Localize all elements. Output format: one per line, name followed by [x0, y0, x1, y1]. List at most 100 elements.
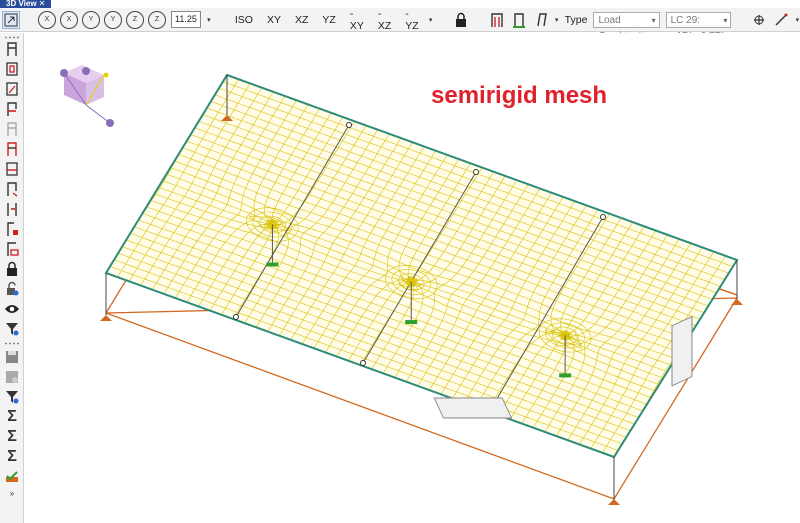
rotate-z-neg-button[interactable]: Z	[126, 10, 144, 29]
rotate-x-neg-button[interactable]: X	[38, 10, 56, 29]
frame-red-icon	[6, 82, 18, 96]
support-base	[405, 320, 418, 325]
frame-red-icon	[490, 12, 503, 27]
type-label: Type	[564, 13, 588, 26]
toolbar-grip	[4, 36, 20, 39]
frame-red-icon	[7, 242, 19, 256]
line-draw-dropdown-icon[interactable]: ▾	[794, 11, 800, 29]
view-xy-button[interactable]: XY	[260, 14, 288, 26]
support-block-right	[671, 315, 693, 387]
view-yz-button[interactable]: YZ	[315, 14, 342, 26]
visibility-button[interactable]	[3, 300, 21, 318]
left-toolbar: Σ Σ Σ »	[0, 33, 24, 523]
rotate-icon: Z	[148, 10, 166, 29]
frame-style-button[interactable]	[532, 11, 550, 29]
beam-end-node	[360, 360, 366, 366]
save-view-button[interactable]	[3, 368, 21, 386]
frame-red-icon	[7, 142, 17, 156]
view-xz-button[interactable]: XZ	[288, 14, 315, 26]
beam-end-node	[346, 122, 352, 128]
view-iso-button[interactable]: ISO	[228, 14, 260, 26]
view-neg-xz-button[interactable]: -XZ	[371, 8, 398, 32]
frame-red-icon	[7, 102, 17, 116]
filter-icon	[6, 323, 19, 336]
lock-view-button[interactable]	[452, 11, 470, 29]
angle-dropdown-icon[interactable]: ▾	[206, 11, 212, 29]
rotate-y-pos-button[interactable]: Y	[104, 10, 122, 29]
frame-support-button[interactable]	[510, 11, 528, 29]
frame-view-button-4[interactable]	[3, 100, 21, 118]
rotate-icon: Z	[126, 10, 144, 29]
chevron-down-icon: ▾	[723, 15, 728, 25]
frame-view-button-1[interactable]	[3, 40, 21, 58]
lock-icon	[7, 261, 17, 276]
3d-viewport[interactable]: semirigid mesh	[24, 33, 800, 523]
check-ruler-icon	[6, 471, 18, 482]
rotate-z-pos-button[interactable]: Z	[148, 10, 166, 29]
frame-view-button-11[interactable]	[3, 240, 21, 258]
frame-red-icon	[6, 162, 18, 176]
beam-end-node	[600, 214, 606, 220]
lock-icon	[455, 12, 466, 27]
frame-view-button-5[interactable]	[3, 120, 21, 138]
tab-3d-view[interactable]: 3D View ✕	[0, 0, 52, 8]
save-icon	[6, 351, 18, 363]
sigma-table-icon: Σ	[7, 448, 17, 465]
result-display-button[interactable]	[750, 11, 768, 29]
pin-support-triangle	[608, 499, 620, 505]
unlock-icon	[7, 281, 19, 296]
select-tool-button[interactable]	[2, 10, 20, 29]
frame-view-button-2[interactable]	[3, 60, 21, 78]
support-base	[266, 262, 279, 267]
filter-blue-button[interactable]	[3, 388, 21, 406]
load-type-select[interactable]: Load Combination▾	[593, 11, 660, 42]
filter-icon	[6, 391, 19, 404]
load-case-select[interactable]: LC 29: +1DL+0.7EL (a)▾	[665, 11, 732, 58]
tab-label: 3D View	[6, 0, 37, 8]
sum-results-button[interactable]: Σ	[3, 448, 21, 466]
frame-view-button-6[interactable]	[3, 140, 21, 158]
line-pen-icon	[775, 13, 788, 25]
view-neg-yz-button[interactable]: -YZ	[398, 8, 425, 32]
frame-view-button-10[interactable]	[3, 220, 21, 238]
frame-red-icon	[7, 222, 18, 236]
sigma-blue-icon: Σ	[7, 428, 17, 445]
mesh-surface	[106, 75, 737, 457]
sum-selection-button[interactable]: Σ	[3, 428, 21, 446]
rotation-angle-input[interactable]: 11.25	[171, 11, 201, 28]
annotation-title: semirigid mesh	[431, 82, 608, 109]
orientation-cube[interactable]	[60, 65, 114, 127]
toolbar-grip	[4, 342, 20, 345]
filter-button[interactable]	[3, 320, 21, 338]
views-dropdown-icon[interactable]: ▾	[428, 11, 434, 29]
pin-support-triangle	[731, 299, 743, 305]
view-neg-xy-button[interactable]: -XY	[343, 8, 371, 32]
unlock-button[interactable]	[3, 280, 21, 298]
chevron-down-icon: ▾	[651, 15, 656, 25]
sum-button[interactable]: Σ	[3, 408, 21, 426]
axis-x-handle	[82, 67, 90, 75]
line-draw-button[interactable]	[772, 11, 790, 29]
model-canvas[interactable]	[24, 33, 800, 523]
save-grid-icon	[6, 371, 18, 383]
frame-icon	[7, 42, 17, 56]
frame-view-button-3[interactable]	[3, 80, 21, 98]
result-arrow-icon	[754, 14, 765, 25]
rotate-icon: Y	[82, 10, 100, 29]
rotate-x-pos-button[interactable]: X	[60, 10, 78, 29]
frame-view-button-9[interactable]	[3, 200, 21, 218]
axis-y-handle	[60, 69, 68, 77]
rotate-icon: Y	[104, 10, 122, 29]
rotate-y-neg-button[interactable]: Y	[82, 10, 100, 29]
save-button[interactable]	[3, 348, 21, 366]
frame-grey-icon	[7, 122, 17, 136]
frame-red-icon	[7, 182, 18, 197]
lock-button[interactable]	[3, 260, 21, 278]
frame-italic-icon	[536, 12, 547, 26]
frame-red-icon	[6, 62, 18, 76]
frame-display-button[interactable]	[488, 11, 506, 29]
frame-view-button-7[interactable]	[3, 160, 21, 178]
frame-view-button-8[interactable]	[3, 180, 21, 198]
left-toolbar-more-icon[interactable]: »	[3, 484, 21, 502]
frame-style-dropdown-icon[interactable]: ▾	[554, 11, 560, 29]
